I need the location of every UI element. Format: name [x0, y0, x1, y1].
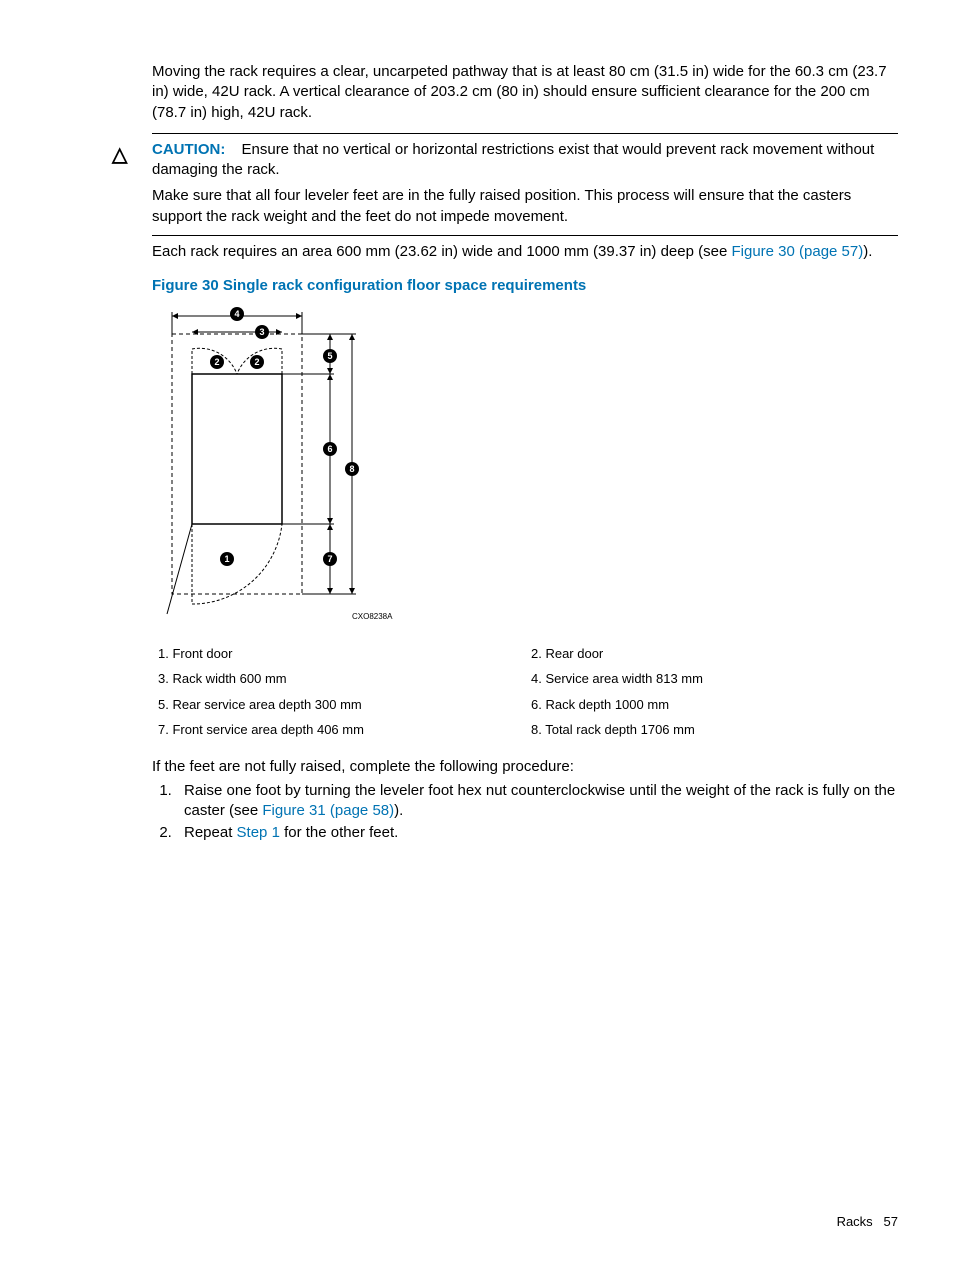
intro-paragraph: Moving the rack requires a clear, uncarp… [152, 62, 898, 123]
step-1: Raise one foot by turning the leveler fo… [176, 781, 898, 822]
page-footer: Racks 57 [837, 1213, 898, 1231]
caution-text-2: Make sure that all four leveler feet are… [152, 186, 898, 227]
legend-item-7: 7. Front service area depth 406 mm [152, 721, 525, 739]
figure-code: CXO8238A [352, 612, 393, 621]
figure-31-link[interactable]: Figure 31 (page 58) [262, 802, 394, 819]
step-2-post: for the other feet. [280, 824, 398, 841]
area-text-post: ). [863, 243, 872, 260]
step-2: Repeat Step 1 for the other feet. [176, 823, 898, 843]
svg-text:6: 6 [327, 444, 332, 454]
legend-item-8: 8. Total rack depth 1706 mm [525, 721, 898, 739]
footer-page-number: 57 [884, 1214, 898, 1229]
svg-text:4: 4 [234, 309, 239, 319]
svg-text:3: 3 [259, 327, 264, 337]
area-paragraph: Each rack requires an area 600 mm (23.62… [152, 235, 898, 262]
caution-block: △ CAUTION: Ensure that no vertical or ho… [152, 133, 898, 227]
step-2-pre: Repeat [184, 824, 237, 841]
area-text-pre: Each rack requires an area 600 mm (23.62… [152, 243, 731, 260]
legend-item-5: 5. Rear service area depth 300 mm [152, 696, 525, 714]
caution-label: CAUTION: [152, 141, 225, 158]
caution-icon: △ [112, 142, 127, 169]
footer-section: Racks [837, 1214, 873, 1229]
caution-body-1: Ensure that no vertical or horizontal re… [152, 141, 874, 178]
svg-text:2: 2 [254, 357, 259, 367]
legend-item-4: 4. Service area width 813 mm [525, 670, 898, 688]
procedure-list: Raise one foot by turning the leveler fo… [176, 781, 898, 844]
svg-text:2: 2 [214, 357, 219, 367]
caution-text-1: CAUTION: Ensure that no vertical or hori… [152, 140, 898, 181]
legend-item-6: 6. Rack depth 1000 mm [525, 696, 898, 714]
legend-item-2: 2. Rear door [525, 645, 898, 663]
svg-text:5: 5 [327, 351, 332, 361]
procedure-intro: If the feet are not fully raised, comple… [152, 757, 898, 777]
svg-text:1: 1 [224, 554, 229, 564]
figure-title: Figure 30 Single rack configuration floo… [152, 276, 898, 296]
legend-item-1: 1. Front door [152, 645, 525, 663]
figure-legend: 1. Front door 2. Rear door 3. Rack width… [152, 645, 898, 739]
figure-30-link[interactable]: Figure 30 (page 57) [731, 243, 863, 260]
figure-30-diagram: 4 3 2 2 5 6 8 7 1 CXO8238A [152, 304, 898, 630]
svg-text:8: 8 [349, 464, 354, 474]
legend-item-3: 3. Rack width 600 mm [152, 670, 525, 688]
step-1-link[interactable]: Step 1 [237, 824, 280, 841]
step-1-post: ). [394, 802, 403, 819]
svg-text:7: 7 [327, 554, 332, 564]
